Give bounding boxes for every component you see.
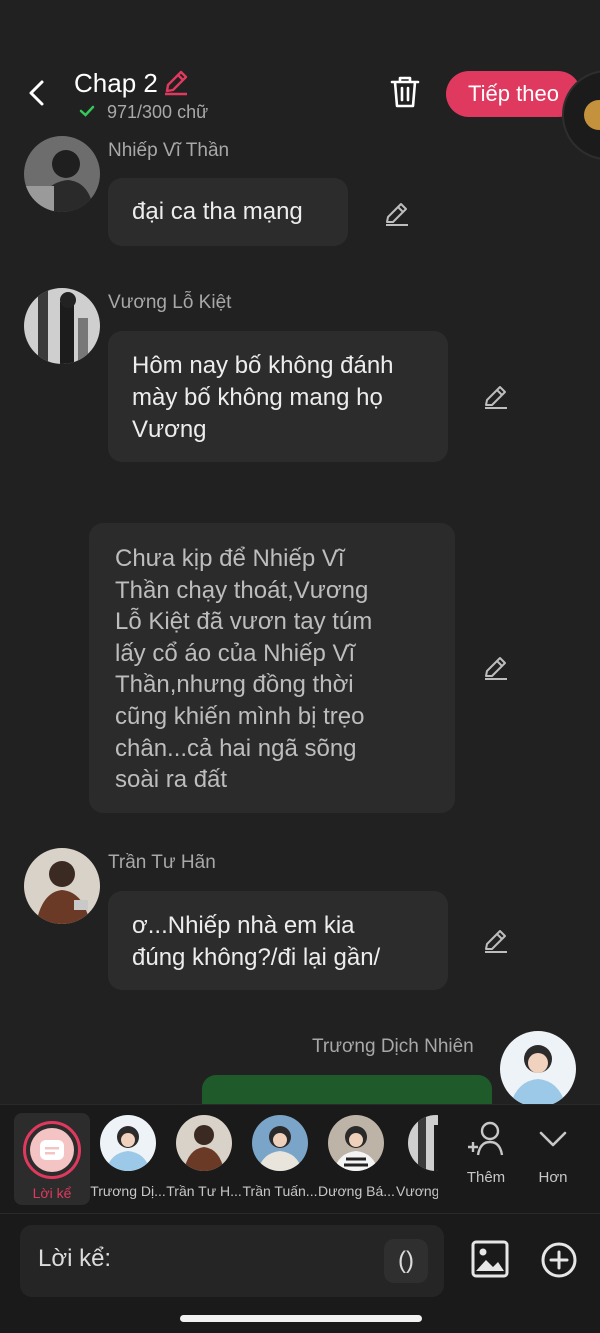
expand-button[interactable]: Hơn bbox=[523, 1119, 583, 1186]
check-icon bbox=[79, 105, 95, 117]
add-person-icon bbox=[468, 1121, 504, 1156]
trash-icon[interactable] bbox=[388, 74, 422, 110]
narration-bubble[interactable]: Chưa kịp để Nhiếp Vĩ Thần chạy thoát,Vươ… bbox=[89, 523, 455, 813]
character-item[interactable]: Trần Tuấn... bbox=[242, 1115, 318, 1199]
edit-icon[interactable] bbox=[482, 383, 510, 411]
avatar[interactable] bbox=[24, 288, 100, 364]
status-bar bbox=[0, 0, 600, 60]
message-line: Hôm nay bố không đánh bbox=[132, 352, 394, 379]
home-indicator bbox=[180, 1315, 422, 1322]
character-name: Vương bbox=[396, 1183, 438, 1199]
narration-line: cũng khiến mình bị trẹo bbox=[115, 702, 365, 730]
narration-line: lấy cổ áo của Nhiếp Vĩ bbox=[115, 639, 356, 667]
character-name: Trần Tuấn... bbox=[242, 1183, 318, 1199]
message-line: mày bố không mang họ bbox=[132, 384, 383, 411]
message-line: Vương bbox=[132, 416, 207, 443]
character-avatar bbox=[328, 1115, 384, 1171]
narrator-icon bbox=[30, 1128, 74, 1172]
character-name: Trần Tư H... bbox=[166, 1183, 242, 1199]
speaker-name: Vương Lỗ Kiệt bbox=[108, 292, 232, 313]
divider bbox=[0, 1213, 600, 1214]
coin-icon bbox=[584, 100, 600, 130]
character-avatar bbox=[176, 1115, 232, 1171]
character-item[interactable]: Dương Bá... bbox=[318, 1115, 394, 1199]
speaker-name: Trần Tư Hãn bbox=[108, 852, 216, 873]
add-icon[interactable] bbox=[540, 1241, 578, 1279]
message-line: đại ca tha mạng bbox=[132, 198, 303, 225]
message-bubble[interactable] bbox=[202, 1075, 492, 1104]
character-item[interactable]: Trương Dị... bbox=[90, 1115, 166, 1199]
message-line: ơ...Nhiếp nhà em kia bbox=[132, 912, 355, 939]
message-line: đúng không?/đi lại gần/ bbox=[132, 944, 381, 971]
speaker-name: Trương Dịch Nhiên bbox=[312, 1036, 474, 1057]
message-input[interactable]: Lời kể: () bbox=[20, 1225, 444, 1297]
input-label: Lời kể: bbox=[38, 1245, 112, 1272]
narrator-label: Lời kể bbox=[32, 1185, 72, 1201]
character-name: Dương Bá... bbox=[318, 1183, 394, 1199]
narration-line: Thần,nhưng đồng thời bbox=[115, 671, 354, 699]
narration-line: Lỗ Kiệt đã vươn tay túm bbox=[115, 608, 373, 636]
character-avatar bbox=[252, 1115, 308, 1171]
next-button[interactable]: Tiếp theo bbox=[446, 71, 581, 117]
character-name: Trương Dị... bbox=[90, 1183, 166, 1199]
chat-feed[interactable]: Nhiếp Vĩ Thần đại ca tha mạng Vương Lỗ K… bbox=[0, 132, 600, 1104]
word-count: 971/300 chữ bbox=[107, 102, 209, 122]
expand-label: Hơn bbox=[538, 1169, 568, 1186]
header: Chap 2 971/300 chữ Tiếp theo bbox=[0, 60, 600, 132]
edit-title-icon[interactable] bbox=[162, 68, 190, 96]
edit-icon[interactable] bbox=[482, 654, 510, 682]
avatar[interactable] bbox=[24, 136, 100, 212]
narrator-selector[interactable]: Lời kể bbox=[14, 1113, 90, 1205]
message-bubble[interactable]: Hôm nay bố không đánh mày bố không mang … bbox=[108, 331, 448, 462]
back-button[interactable] bbox=[22, 78, 52, 108]
narration-line: soài ra đất bbox=[115, 766, 228, 794]
page-title: Chap 2 bbox=[74, 68, 158, 98]
narration-line: chân...cả hai ngã sõng bbox=[115, 734, 357, 762]
message-bubble[interactable]: đại ca tha mạng bbox=[108, 178, 348, 246]
add-character-button[interactable]: Thêm bbox=[456, 1119, 516, 1186]
character-item[interactable]: Trần Tư H... bbox=[166, 1115, 242, 1199]
character-item[interactable]: Vương bbox=[394, 1115, 438, 1199]
image-icon[interactable] bbox=[470, 1239, 510, 1279]
narrator-icon-ring bbox=[23, 1121, 81, 1179]
parentheses-button[interactable]: () bbox=[384, 1239, 428, 1283]
edit-icon[interactable] bbox=[482, 927, 510, 955]
chevron-down-icon bbox=[539, 1131, 567, 1147]
narration-line: Chưa kịp để Nhiếp Vĩ bbox=[115, 545, 345, 572]
narration-line: Thần chạy thoát,Vương bbox=[115, 576, 369, 604]
character-avatar bbox=[408, 1115, 438, 1171]
edit-icon[interactable] bbox=[383, 200, 411, 228]
message-bubble[interactable]: ơ...Nhiếp nhà em kia đúng không?/đi lại … bbox=[108, 891, 448, 990]
speaker-name: Nhiếp Vĩ Thần bbox=[108, 140, 230, 161]
add-character-label: Thêm bbox=[466, 1169, 506, 1186]
bottom-panel: Lời kể Trương Dị... Trần Tư H... Trần Tu… bbox=[0, 1104, 600, 1333]
avatar[interactable] bbox=[500, 1031, 576, 1104]
character-avatar bbox=[100, 1115, 156, 1171]
avatar[interactable] bbox=[24, 848, 100, 924]
